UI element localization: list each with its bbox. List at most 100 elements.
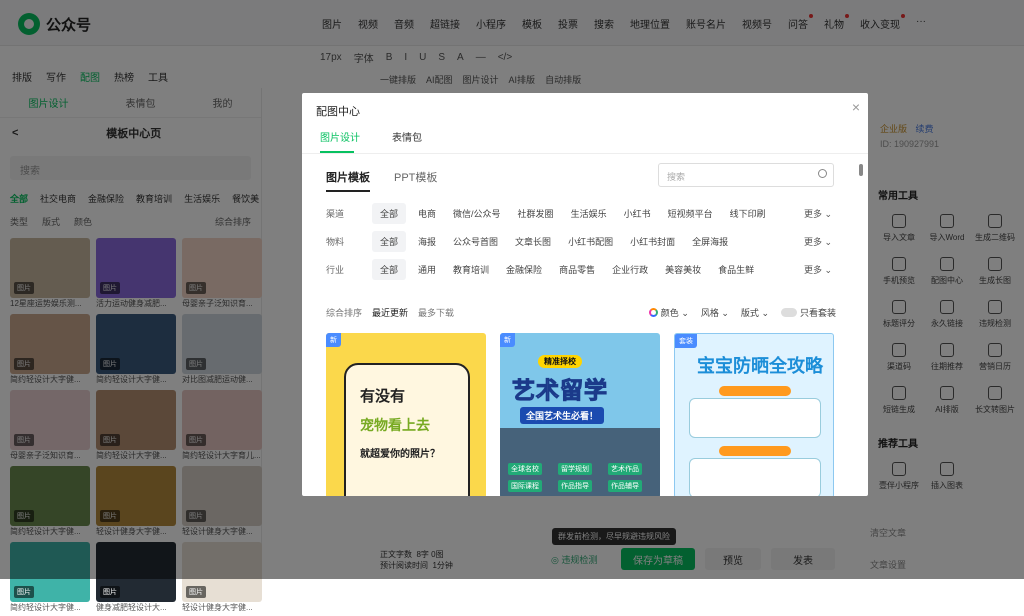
new-badge: 新 [326,333,341,347]
scroll-thumb[interactable] [859,164,863,176]
filter-option[interactable]: 公众号首图 [453,235,498,248]
template-card-art-study[interactable]: 新 精准择校 艺术留学 全国艺术生必看！ 全球名校 留学规划 艺术作品 国际课程… [500,333,660,496]
modal-search-input[interactable]: 搜索 [658,163,834,187]
chevron-down-icon: ⌄ [758,308,769,318]
more-label: 更多 [803,237,822,247]
filter-row-0: 渠道 全部 电商 微信/公众号 社群发圈 生活娱乐 小红书 短视频平台 线下印刷 更多 ⌄ [326,203,836,224]
filter-option[interactable]: 生活娱乐 [571,207,607,220]
sort-filter-label: 风格 [700,308,719,318]
search-icon[interactable] [818,169,827,178]
chevron-down-icon: ⌄ [678,308,689,318]
sort-row: 综合排序 最近更新 最多下载 颜色 ⌄ 风格 ⌄ 版式 ⌄ 只看套装 [326,306,836,319]
filter-option[interactable]: 教育培训 [453,263,489,276]
sort-option-1[interactable]: 最近更新 [372,306,408,319]
more-label: 更多 [803,265,822,275]
card-line-1: 有没有 [360,388,406,405]
check-item: 作品指导 [558,480,592,492]
filter-option[interactable]: 短视频平台 [668,207,713,220]
filter-option[interactable]: 金融保险 [506,263,542,276]
filter-option[interactable]: 线下印刷 [730,207,766,220]
filter-option[interactable]: 食品生鲜 [718,263,754,276]
card-big-title: 艺术留学 [512,377,608,404]
modal-subtabs: 图片模板 PPT模板 [326,169,437,192]
sort-filter-label: 只看套装 [799,308,836,318]
image-center-modal: 配图中心 × 图片设计 表情包 图片模板 PPT模板 搜索 渠道 全部 电商 微信/公众号… [302,93,868,496]
filter-row-label: 渠道 [326,209,345,219]
sort-filter-0[interactable]: 颜色 ⌄ [648,306,689,319]
close-icon[interactable]: × [852,99,860,115]
modal-subtab-1[interactable]: PPT模板 [394,169,437,192]
filter-option[interactable]: 小红书封面 [630,235,675,248]
new-badge: 新 [500,333,515,347]
toggle-switch[interactable] [780,308,797,317]
sort-filter-label: 颜色 [660,308,679,318]
card-title: 宝宝防晒全攻略 [697,356,823,376]
sort-filter-3[interactable]: 只看套装 [780,306,836,319]
thumb-caption: 轻设计健身大字健... [182,603,253,612]
modal-scrollbar[interactable] [858,164,864,490]
modal-subtab-0[interactable]: 图片模板 [326,169,370,192]
filter-option[interactable]: 企业行政 [612,263,648,276]
chevron-down-icon: ⌄ [718,308,729,318]
more-label: 更多 [803,209,822,219]
filter-option[interactable]: 全部 [372,231,407,252]
filter-option[interactable]: 全屏海报 [692,235,728,248]
filter-option[interactable]: 海报 [418,235,436,248]
modal-tabs: 图片设计 表情包 [320,129,422,144]
card-header: 精准择校 [538,355,582,368]
more-dropdown[interactable]: 更多 ⌄ [804,207,832,220]
sort-filter-1[interactable]: 风格 ⌄ [701,306,729,319]
filter-option[interactable]: 商品零售 [559,263,595,276]
chevron-down-icon: ⌄ [821,265,832,275]
filter-option[interactable]: 电商 [418,207,436,220]
card-section [689,398,821,438]
modal-search-placeholder: 搜索 [667,172,686,182]
filter-row-2: 行业 全部 通用 教育培训 金融保险 商品零售 企业行政 美容美妆 食品生鲜 更多 ⌄ [326,259,836,280]
sort-option-2[interactable]: 最多下载 [418,306,454,319]
check-item: 作品辅导 [608,480,642,492]
filter-option[interactable]: 微信/公众号 [453,207,501,220]
filter-option[interactable]: 美容美妆 [665,263,701,276]
check-item: 留学规划 [558,463,592,475]
card-band: 全国艺术生必看！ [520,407,605,424]
check-item: 艺术作品 [608,463,642,475]
sort-filter-2[interactable]: 版式 ⌄ [741,306,769,319]
image-badge: 图片 [14,586,34,598]
card-pill [719,446,791,456]
thumb-caption: 健身减肥轻设计大... [96,603,167,612]
sort-right-group: 颜色 ⌄ 风格 ⌄ 版式 ⌄ 只看套装 [648,306,836,319]
filter-option[interactable]: 社群发圈 [518,207,554,220]
filter-option[interactable]: 全部 [372,203,407,224]
card-line-2: 宠物看上去 [360,417,430,433]
modal-tab-divider [302,153,868,154]
modal-tab-0[interactable]: 图片设计 [320,129,360,144]
filter-row-1: 物料 全部 海报 公众号首图 文章长图 小红书配图 小红书封面 全屏海报 更多 ⌄ [326,231,836,252]
template-cards: 新 有没有 宠物看上去 就超爱你的照片？ 新 精准择校 艺术留学 全国艺术生必看… [326,333,834,496]
modal-title: 配图中心 [316,106,360,118]
set-badge: 套装 [675,334,697,348]
filter-option[interactable]: 通用 [418,263,436,276]
more-dropdown[interactable]: 更多 ⌄ [804,263,832,276]
chevron-down-icon: ⌄ [821,237,832,247]
template-card-pet[interactable]: 新 有没有 宠物看上去 就超爱你的照片？ [326,333,486,496]
card-pill [719,386,791,396]
thumb-caption: 简约轻设计大字健... [10,603,81,612]
chevron-down-icon: ⌄ [821,209,832,219]
filter-option[interactable]: 文章长图 [515,235,551,248]
filter-row-label: 物料 [326,237,345,247]
filter-row-label: 行业 [326,265,345,275]
image-badge: 图片 [100,586,120,598]
filter-option[interactable]: 小红书 [624,207,651,220]
image-badge: 图片 [186,586,206,598]
sort-option-0[interactable]: 综合排序 [326,306,362,319]
card-section [689,458,821,496]
filter-option[interactable]: 小红书配图 [568,235,613,248]
filter-option[interactable]: 全部 [372,259,407,280]
more-dropdown[interactable]: 更多 ⌄ [804,235,832,248]
template-card-sunscreen[interactable]: 套装 宝宝防晒全攻略 [674,333,834,496]
app-root: 公众号 图片视频音频超链接小程序模板投票搜索地理位置账号名片视频号问答礼物收入变… [0,0,1024,612]
modal-tab-1[interactable]: 表情包 [392,129,422,144]
check-item: 国际课程 [508,480,542,492]
card-line-3: 就超爱你的照片？ [360,449,440,460]
color-wheel-icon [648,308,658,317]
